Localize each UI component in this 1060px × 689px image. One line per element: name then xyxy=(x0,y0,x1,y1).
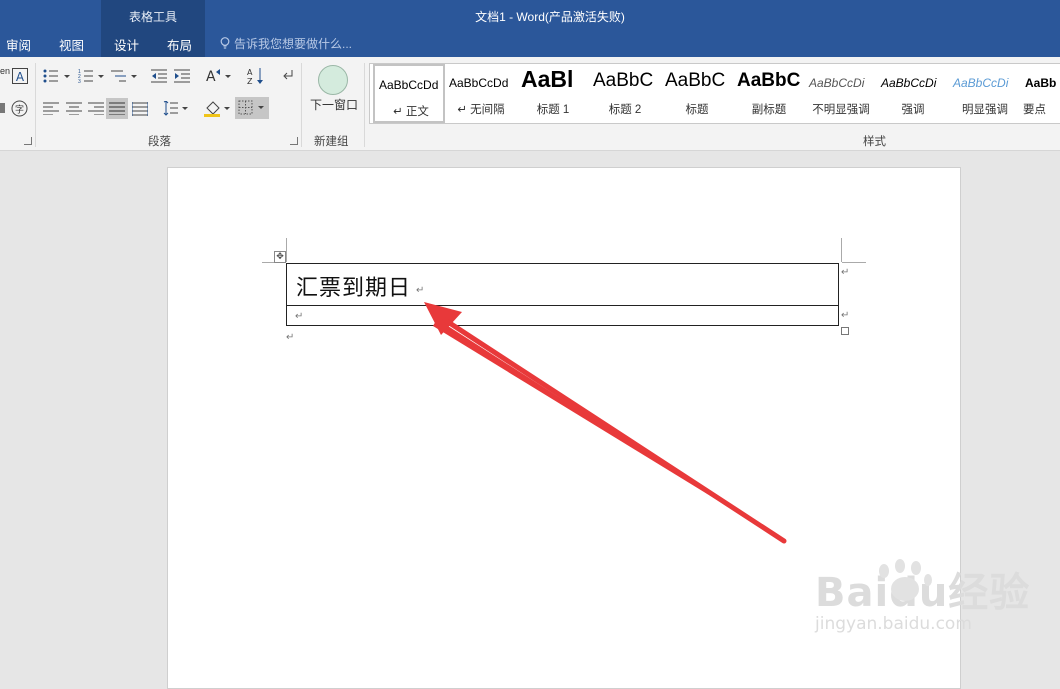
annotation-arrow-icon xyxy=(424,302,787,544)
